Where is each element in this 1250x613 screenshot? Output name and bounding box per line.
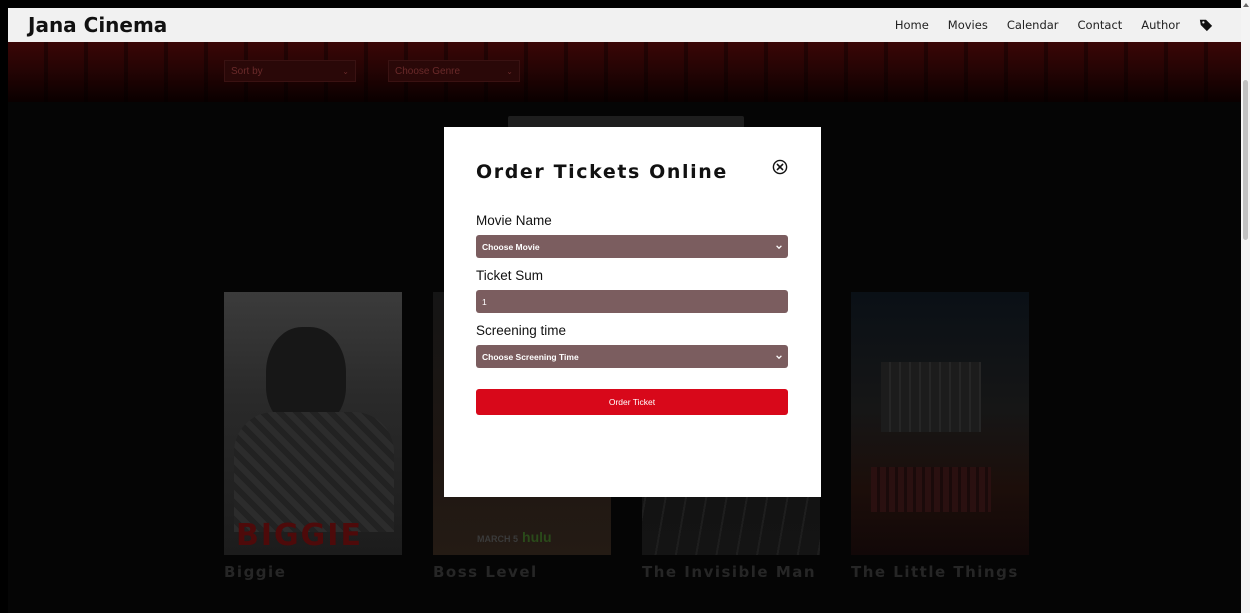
modal-title: Order Tickets Online [476,161,728,183]
poster-building [881,362,981,432]
scroll-up-arrow-icon[interactable] [1243,3,1249,7]
ticket-sum-value: 1 [482,296,487,307]
poster-date-text: MARCH 5 [477,534,519,544]
window-scrollbar[interactable] [1241,0,1250,613]
movie-name-label: Movie Name [476,213,552,228]
poster-figure-body [234,412,394,532]
hero-banner [8,42,1241,102]
nav-movies[interactable]: Movies [948,18,988,32]
genre-select-label: Choose Genre [395,65,461,77]
poster-brand: hulu [522,529,552,545]
nav-links: Home Movies Calendar Contact Author [895,18,1213,32]
movie-card[interactable]: BIGGIE Biggie [224,292,410,581]
movie-title[interactable]: The Invisible Man [642,563,828,581]
movie-poster[interactable] [851,292,1029,555]
close-circle-icon[interactable] [772,159,788,175]
order-tickets-modal: Order Tickets Online Movie Name Choose M… [444,127,821,497]
sort-select-label: Sort by [231,65,263,77]
movie-poster[interactable]: BIGGIE [224,292,402,555]
order-form: Movie Name Choose Movie Ticket Sum 1 Scr… [476,213,788,415]
nav-author[interactable]: Author [1141,18,1180,32]
scrollbar-thumb[interactable] [1243,80,1248,240]
movie-card[interactable]: The Little Things [851,292,1037,581]
poster-text: BIGGIE [236,518,363,553]
movie-select-value: Choose Movie [482,241,540,252]
chevron-down-icon [776,354,782,359]
chevron-down-icon: ⌄ [506,66,513,76]
movie-title[interactable]: The Little Things [851,563,1037,581]
screening-time-select[interactable]: Choose Screening Time [476,345,788,368]
ticket-sum-input[interactable]: 1 [476,290,788,313]
filter-bar: Sort by ⌄ Choose Genre ⌄ [224,60,520,82]
chevron-down-icon [776,244,782,249]
screening-time-value: Choose Screening Time [482,351,579,362]
poster-date: MARCH 5 hulu [477,529,552,545]
genre-select[interactable]: Choose Genre ⌄ [388,60,520,82]
chevron-down-icon: ⌄ [342,66,349,76]
movie-select[interactable]: Choose Movie [476,235,788,258]
sort-select[interactable]: Sort by ⌄ [224,60,356,82]
nav-home[interactable]: Home [895,18,929,32]
tag-icon[interactable] [1199,18,1213,32]
brand-logo[interactable]: Jana Cinema [28,13,167,37]
nav-contact[interactable]: Contact [1078,18,1123,32]
movie-title[interactable]: Boss Level [433,563,619,581]
screening-time-label: Screening time [476,323,567,338]
ticket-sum-label: Ticket Sum [476,268,544,283]
movie-title[interactable]: Biggie [224,563,410,581]
top-navbar: Jana Cinema Home Movies Calendar Contact… [8,8,1241,42]
order-ticket-button[interactable]: Order Ticket [476,389,788,415]
nav-calendar[interactable]: Calendar [1007,18,1059,32]
poster-building [871,467,991,512]
